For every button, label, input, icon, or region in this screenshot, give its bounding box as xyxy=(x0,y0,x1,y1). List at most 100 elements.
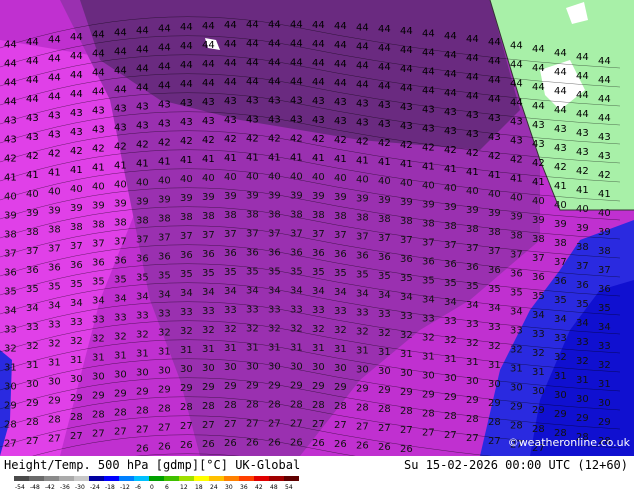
contour-label: 44 xyxy=(92,67,105,78)
contour-label: 39 xyxy=(356,193,369,204)
contour-label: 42 xyxy=(92,143,105,154)
contour-label: 34 xyxy=(312,286,325,297)
contour-label: 42 xyxy=(290,134,303,145)
contour-label: 38 xyxy=(488,227,501,238)
contour-label: 29 xyxy=(202,382,215,393)
contour-label: 33 xyxy=(554,333,567,344)
contour-label: 42 xyxy=(422,142,435,153)
scale-label: 48 xyxy=(270,484,278,490)
contour-label: 33 xyxy=(422,313,435,324)
contour-label: 36 xyxy=(290,248,303,259)
contour-label: 43 xyxy=(224,96,237,107)
contour-label: 26 xyxy=(400,444,413,455)
scale-swatches xyxy=(14,476,299,481)
contour-label: 32 xyxy=(488,341,501,352)
contour-label: 29 xyxy=(70,393,83,404)
contour-label: 41 xyxy=(378,157,391,168)
map-time: Su 15-02-2026 00:00 UTC (12+60) xyxy=(404,458,628,472)
contour-label: 44 xyxy=(400,83,413,94)
scale-swatch xyxy=(224,476,239,481)
contour-label: 32 xyxy=(224,324,237,335)
contour-label: 32 xyxy=(268,323,281,334)
contour-label: 29 xyxy=(290,381,303,392)
contour-label: 27 xyxy=(180,421,193,432)
contour-label: 44 xyxy=(554,86,567,97)
contour-label: 43 xyxy=(202,97,215,108)
contour-label: 26 xyxy=(268,437,281,448)
contour-label: 31 xyxy=(224,343,237,354)
contour-label: 39 xyxy=(4,211,17,222)
contour-label: 28 xyxy=(356,402,369,413)
contour-label: 40 xyxy=(136,177,149,188)
contour-label: 31 xyxy=(312,343,325,354)
contour-label: 28 xyxy=(224,400,237,411)
contour-label: 35 xyxy=(444,278,457,289)
contour-label: 37 xyxy=(510,250,523,261)
contour-label: 40 xyxy=(334,173,347,184)
contour-label: 35 xyxy=(48,281,61,292)
scale-label: -12 xyxy=(120,484,130,490)
contour-label: 44 xyxy=(444,50,457,61)
contour-label: 42 xyxy=(4,154,17,165)
contour-label: 31 xyxy=(92,352,105,363)
contour-label: 44 xyxy=(4,59,17,70)
scale-label: -24 xyxy=(90,484,100,490)
contour-label: 44 xyxy=(400,45,413,56)
contour-label: 28 xyxy=(202,401,215,412)
contour-label: 33 xyxy=(378,309,391,320)
contour-label: 35 xyxy=(268,266,281,277)
contour-label: 40 xyxy=(466,186,479,197)
contour-label: 38 xyxy=(136,215,149,226)
contour-label: 36 xyxy=(576,280,589,291)
contour-label: 31 xyxy=(488,360,501,371)
contour-label: 44 xyxy=(598,113,611,124)
contour-label: 43 xyxy=(576,147,589,158)
contour-label: 29 xyxy=(334,382,347,393)
scale-swatch xyxy=(269,476,284,481)
contour-label: 43 xyxy=(378,100,391,111)
contour-label: 35 xyxy=(312,267,325,278)
contour-label: 28 xyxy=(422,408,435,419)
contour-label: 39 xyxy=(532,215,545,226)
contour-label: 44 xyxy=(114,84,127,95)
contour-label: 36 xyxy=(444,259,457,270)
contour-label: 30 xyxy=(114,369,127,380)
contour-label: 32 xyxy=(136,329,149,340)
contour-label: 43 xyxy=(180,117,193,128)
contour-label: 44 xyxy=(92,29,105,40)
contour-label: 29 xyxy=(532,405,545,416)
contour-label: 44 xyxy=(114,65,127,76)
contour-label: 39 xyxy=(48,205,61,216)
contour-label: 44 xyxy=(466,53,479,64)
contour-label: 42 xyxy=(268,133,281,144)
contour-label: 26 xyxy=(202,439,215,450)
contour-label: 31 xyxy=(532,367,545,378)
contour-label: 44 xyxy=(136,25,149,36)
contour-label: 44 xyxy=(202,40,215,51)
contour-label: 38 xyxy=(466,224,479,235)
contour-label: 29 xyxy=(554,409,567,420)
contour-label: 40 xyxy=(598,208,611,219)
contour-label: 44 xyxy=(290,77,303,88)
contour-label: 33 xyxy=(400,311,413,322)
scale-label: 6 xyxy=(165,484,169,490)
contour-label: 34 xyxy=(180,288,193,299)
scale-label: 12 xyxy=(180,484,188,490)
contour-label: 37 xyxy=(26,246,39,257)
contour-label: 33 xyxy=(312,305,325,316)
contour-label: 44 xyxy=(444,31,457,42)
contour-label: 42 xyxy=(378,138,391,149)
contour-label: 34 xyxy=(334,287,347,298)
contour-label: 41 xyxy=(92,162,105,173)
contour-label: 41 xyxy=(4,173,17,184)
contour-label: 26 xyxy=(356,440,369,451)
contour-label: 42 xyxy=(532,158,545,169)
contour-label: 44 xyxy=(70,32,83,43)
contour-label: 29 xyxy=(598,417,611,428)
contour-label: 43 xyxy=(598,132,611,143)
contour-label: 41 xyxy=(466,167,479,178)
contour-label: 39 xyxy=(488,208,501,219)
contour-label: 39 xyxy=(246,190,259,201)
contour-label: 38 xyxy=(26,227,39,238)
contour-label: 34 xyxy=(290,286,303,297)
